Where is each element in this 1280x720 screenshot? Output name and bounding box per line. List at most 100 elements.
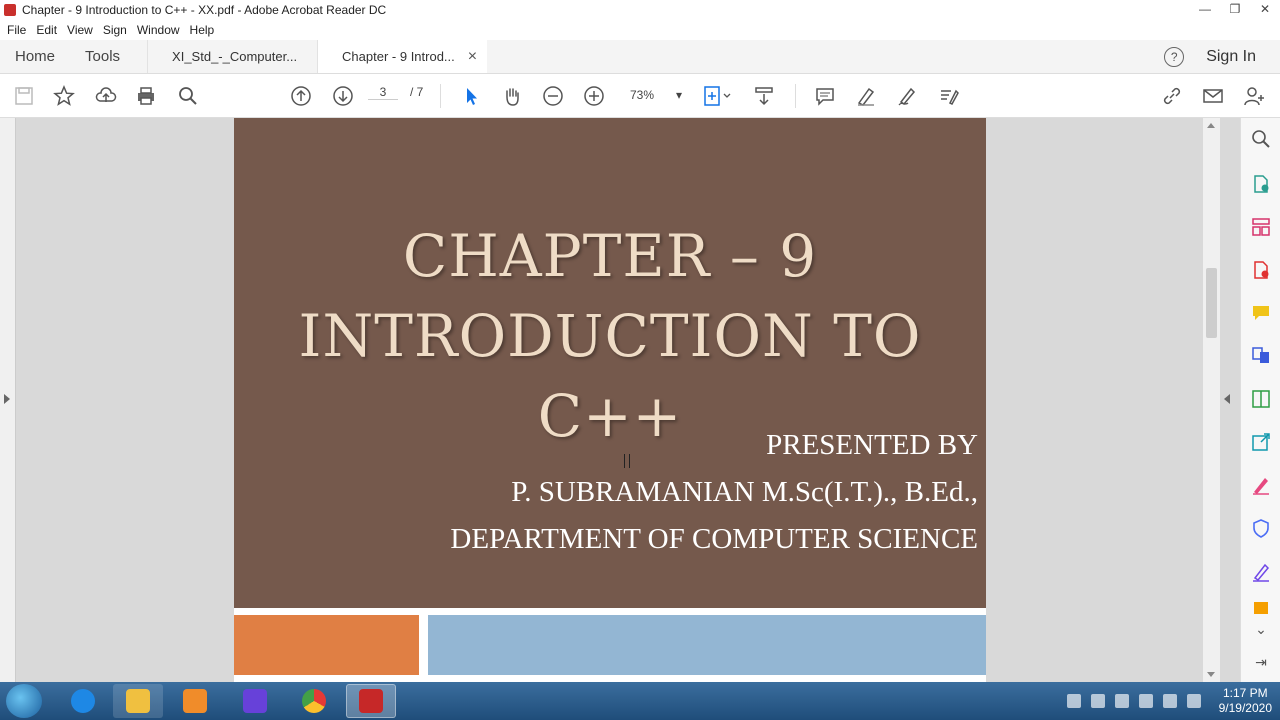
menu-sign[interactable]: Sign (103, 23, 127, 37)
search-icon[interactable] (176, 84, 200, 108)
collapse-right-pane-icon[interactable] (1224, 394, 1230, 404)
edit-pdf-icon[interactable] (1250, 388, 1272, 410)
tray-network-icon[interactable] (1162, 694, 1177, 708)
vertical-scrollbar[interactable] (1203, 118, 1220, 682)
scroll-thumb[interactable] (1206, 268, 1217, 338)
edit-sign-icon[interactable] (937, 84, 961, 108)
acrobat-app-icon (4, 4, 16, 16)
save-icon[interactable] (12, 84, 36, 108)
scroll-up-icon[interactable] (1207, 123, 1215, 128)
windows-taskbar: 1:17 PM 9/19/2020 (0, 682, 1280, 720)
presenter-name: P. SUBRAMANIAN M.Sc(I.T.)., B.Ed., (511, 476, 978, 508)
sign-pen-icon[interactable] (1250, 561, 1272, 583)
sign-in-button[interactable]: Sign In (1206, 48, 1256, 66)
comment-icon[interactable] (813, 84, 837, 108)
internet-explorer-icon[interactable] (58, 684, 108, 718)
draw-icon[interactable] (895, 84, 919, 108)
slide-title: CHAPTER – 9 INTRODUCTION TO C++ (234, 216, 986, 456)
tab-tools[interactable]: Tools (70, 40, 135, 73)
window-controls: — ❐ ✕ (1194, 0, 1276, 18)
tools-pane: ⌄ ⇥ (1240, 118, 1280, 682)
toolbar: 3 / 7 73% ▾ (0, 74, 1280, 118)
tab-document-1[interactable]: XI_Std_-_Computer... (147, 40, 317, 73)
page-total: / 7 (410, 85, 424, 99)
collapse-tools-pane-icon[interactable]: ⇥ (1250, 651, 1272, 673)
system-tray: 1:17 PM 9/19/2020 (1066, 682, 1272, 720)
export-pdf-icon[interactable] (1250, 173, 1272, 195)
zoom-select[interactable]: 73% ▾ (622, 88, 682, 102)
orange-accent-bar (234, 615, 419, 675)
print-icon[interactable] (134, 84, 158, 108)
scroll-mode-icon[interactable] (752, 84, 776, 108)
zoom-value: 73% (630, 88, 655, 102)
tray-app-icon[interactable] (1066, 694, 1081, 708)
text-cursor-icon (624, 454, 630, 468)
tab-home[interactable]: Home (0, 40, 70, 73)
chrome-icon[interactable] (289, 684, 339, 718)
hand-tool-icon[interactable] (500, 84, 524, 108)
create-pdf-icon[interactable] (1250, 259, 1272, 281)
menu-edit[interactable]: Edit (36, 23, 57, 37)
media-player-icon[interactable] (170, 684, 220, 718)
clock[interactable]: 1:17 PM 9/19/2020 (1219, 686, 1272, 716)
menu-view[interactable]: View (67, 23, 93, 37)
next-page-icon[interactable] (331, 84, 355, 108)
page-navigator: 3 / 7 (368, 85, 423, 100)
navigation-pane-rail[interactable] (0, 118, 16, 682)
enhance-scan-icon[interactable] (1250, 128, 1272, 150)
comment-tool-icon[interactable] (1250, 302, 1272, 324)
document-viewer[interactable]: CHAPTER – 9 INTRODUCTION TO C++ PRESENTE… (0, 118, 1240, 682)
file-explorer-icon[interactable] (113, 684, 163, 718)
current-page-input[interactable]: 3 (368, 85, 398, 100)
close-window-button[interactable]: ✕ (1254, 0, 1276, 18)
clock-date: 9/19/2020 (1218, 701, 1272, 715)
close-tab-icon[interactable]: × (468, 48, 477, 66)
protect-shield-icon[interactable] (1250, 517, 1272, 539)
fit-page-icon[interactable] (700, 84, 734, 108)
pdf-page: CHAPTER – 9 INTRODUCTION TO C++ PRESENTE… (234, 118, 986, 682)
fill-sign-icon[interactable] (1250, 474, 1272, 496)
highlight-pen-icon[interactable] (854, 84, 878, 108)
more-tool-icon[interactable] (1250, 602, 1272, 614)
start-button[interactable] (6, 684, 42, 718)
combine-files-icon[interactable] (1250, 344, 1272, 366)
maximize-button[interactable]: ❐ (1224, 0, 1246, 18)
window-title: Chapter - 9 Introduction to C++ - XX.pdf… (22, 3, 387, 17)
presenter-block: PRESENTED BY P. SUBRAMANIAN M.Sc(I.T.).,… (450, 422, 978, 563)
minimize-button[interactable]: — (1194, 0, 1216, 18)
bookmark-star-icon[interactable] (52, 84, 76, 108)
tab-document-1-label: XI_Std_-_Computer... (172, 49, 298, 64)
toolbar-divider (795, 84, 796, 108)
menu-help[interactable]: Help (190, 23, 215, 37)
presented-by-label: PRESENTED BY (766, 429, 978, 461)
share-link-icon[interactable] (1160, 84, 1184, 108)
select-cursor-icon[interactable] (459, 84, 483, 108)
previous-page-icon[interactable] (289, 84, 313, 108)
menu-window[interactable]: Window (137, 23, 180, 37)
tray-volume-icon[interactable] (1138, 694, 1153, 708)
menu-file[interactable]: File (7, 23, 26, 37)
tray-signal-icon[interactable] (1186, 694, 1201, 708)
tools-scroll-down-icon[interactable]: ⌄ (1250, 618, 1272, 640)
tray-display-icon[interactable] (1090, 694, 1105, 708)
add-user-icon[interactable] (1242, 84, 1266, 108)
acrobat-icon[interactable] (346, 684, 396, 718)
slide-title-line-1: CHAPTER – 9 (402, 222, 818, 290)
scroll-down-icon[interactable] (1207, 672, 1215, 677)
expand-left-pane-icon[interactable] (4, 394, 10, 404)
tab-document-2-label: Chapter - 9 Introd... (342, 49, 455, 64)
tray-security-icon[interactable] (1114, 694, 1129, 708)
clock-time: 1:17 PM (1222, 686, 1268, 700)
upload-cloud-icon[interactable] (94, 84, 118, 108)
email-icon[interactable] (1201, 84, 1225, 108)
title-bar: Chapter - 9 Introduction to C++ - XX.pdf… (0, 0, 1280, 20)
export-tool-icon[interactable] (1250, 431, 1272, 453)
help-icon[interactable]: ? (1164, 46, 1185, 67)
zoom-out-icon[interactable] (541, 84, 565, 108)
visual-studio-icon[interactable] (230, 684, 280, 718)
organize-pages-icon[interactable] (1250, 216, 1272, 238)
tab-document-2[interactable]: Chapter - 9 Introd... × (317, 40, 488, 73)
blue-accent-bar (428, 615, 986, 675)
zoom-in-icon[interactable] (582, 84, 606, 108)
tab-bar: Home Tools XI_Std_-_Computer... Chapter … (0, 40, 1280, 74)
